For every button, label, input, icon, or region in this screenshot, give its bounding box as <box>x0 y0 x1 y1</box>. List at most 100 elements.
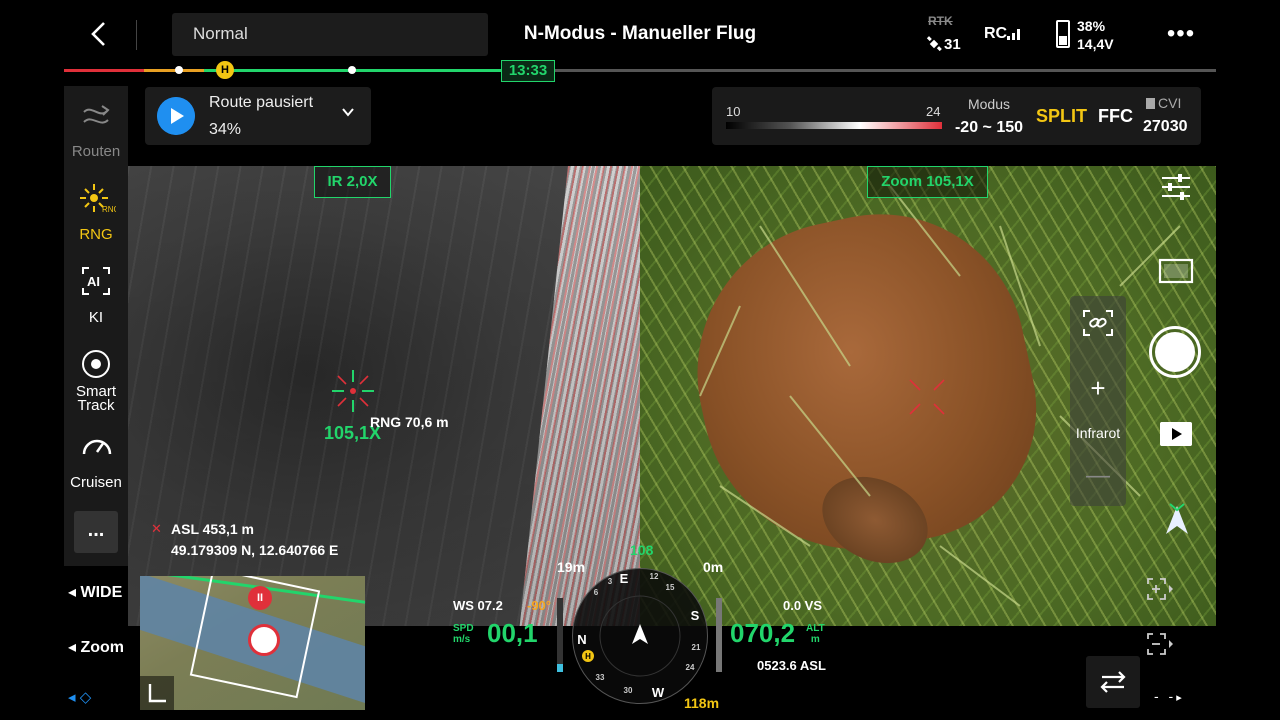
temperature-min: 10 <box>726 104 741 119</box>
speed-gauge <box>557 598 563 672</box>
timeline-waypoint <box>175 66 183 74</box>
rangefinder-icon[interactable]: RNG <box>80 182 116 214</box>
compass-tick-15: 15 <box>666 583 675 592</box>
compass-tick-30: 30 <box>624 686 633 695</box>
play-icon[interactable] <box>157 97 195 135</box>
compass-west: W <box>652 685 665 700</box>
target-marker-icon: ✕ <box>151 521 162 536</box>
altitude-label-line2: m <box>810 634 820 645</box>
altitude-asl: 0523.6 ASL <box>757 658 826 673</box>
battery-voltage: 14,4V <box>1077 36 1114 52</box>
temperature-max: 24 <box>926 104 941 119</box>
tool-cruise-label: Cruisen <box>70 474 122 491</box>
timeline-critical-segment <box>64 69 144 72</box>
tool-rng-label: RNG <box>79 226 113 243</box>
playback-icon[interactable] <box>1160 422 1192 446</box>
zoom-level-tag[interactable]: Zoom 105,1X <box>867 166 988 198</box>
sd-card-icon <box>1146 98 1155 109</box>
speedometer-icon[interactable] <box>80 430 114 460</box>
signal-strength-icon <box>1007 29 1020 40</box>
tool-routes-label: Routen <box>71 143 121 160</box>
target-coordinates: 49.179309 N, 12.640766 E <box>171 542 339 558</box>
temperature-palette-bar[interactable] <box>726 122 942 129</box>
home-point-marker: H <box>216 61 234 79</box>
expand-map-icon[interactable] <box>140 676 174 710</box>
ir-zoom-tag[interactable]: IR 2,0X <box>314 166 391 198</box>
fit-frame-icon[interactable] <box>1146 577 1174 601</box>
swap-view-icon[interactable] <box>1086 656 1140 708</box>
vertical-speed: 0.0 VS <box>783 598 823 613</box>
svg-text:AI: AI <box>87 274 100 289</box>
battery-percent: 38% <box>1077 18 1106 34</box>
aircraft-heading-icon <box>632 624 648 644</box>
wide-lens-button[interactable]: ◂ WIDE <box>68 582 122 602</box>
map-layer-button[interactable]: ◂ ◇ <box>68 688 91 706</box>
altitude-label: ALT m <box>806 623 825 645</box>
ai-icon[interactable]: AI <box>80 265 112 297</box>
shutter-button[interactable] <box>1155 332 1195 372</box>
satellite-count: 31 <box>944 36 961 53</box>
photo-mode-icon[interactable] <box>1158 257 1194 285</box>
ffc-calibration-button[interactable]: FFC <box>1098 106 1133 127</box>
flight-mode-title: N-Modus - Manueller Flug <box>523 23 757 44</box>
chevron-down-icon[interactable] <box>340 104 356 120</box>
smart-track-icon[interactable] <box>80 348 112 380</box>
more-tools-button[interactable]: ... <box>74 511 118 553</box>
lens-switch-label: - - <box>1154 688 1177 704</box>
cvi-label: CVI <box>1146 95 1181 111</box>
altitude-gauge-fill <box>716 598 722 672</box>
altitude: 070,2 <box>730 618 796 648</box>
compass-tick-3: 3 <box>608 577 613 586</box>
camera-settings-icon[interactable] <box>1160 172 1192 202</box>
compass-tick-6: 6 <box>594 588 599 597</box>
timeline-low-segment <box>144 69 204 72</box>
tool-smart-track-label: Smart Track <box>64 384 128 414</box>
speed-label-line1: SPD <box>453 623 474 634</box>
smart-track-line2: Track <box>77 397 115 414</box>
link-lens-icon[interactable] <box>1080 308 1116 338</box>
speed-gauge-fill <box>557 664 563 672</box>
crosshair-icon <box>332 370 374 412</box>
wind-speed: WS 07.2 <box>453 598 503 613</box>
back-arrow-icon[interactable] <box>84 18 116 50</box>
compass-north: N <box>577 632 586 647</box>
flight-time-remaining: 13:33 <box>501 60 555 82</box>
infrared-lens-label: Infrarot <box>1075 425 1121 441</box>
rc-status[interactable]: RC <box>984 25 1007 43</box>
cvi-value: 27030 <box>1143 118 1188 135</box>
speed-label: SPD m/s <box>453 623 474 645</box>
speed-label-line2: m/s <box>453 634 471 645</box>
chevron-right-icon: ▸ <box>1176 692 1185 704</box>
compass-home-marker: H <box>585 652 591 661</box>
more-menu-button[interactable]: ••• <box>1166 20 1196 50</box>
target-altitude-asl: ASL 453,1 m <box>171 521 255 537</box>
svg-text:RNG: RNG <box>102 205 116 214</box>
route-icon[interactable] <box>80 100 112 132</box>
compass-tick-21: 21 <box>692 643 701 652</box>
divider <box>136 20 137 50</box>
cvi-label-text: CVI <box>1158 95 1182 111</box>
compass-tick-24: 24 <box>686 663 695 672</box>
gimbal-pitch: -90° <box>527 598 551 613</box>
compass-rose: E S W N 12 15 21 24 30 33 6 3 H <box>577 571 701 700</box>
zoom-lens-button[interactable]: ◂ Zoom <box>68 637 124 657</box>
compass-tick-33: 33 <box>596 673 605 682</box>
route-status-title: Route pausiert <box>209 94 314 111</box>
compass-east: E <box>620 571 629 586</box>
zoom-out-button[interactable]: — <box>1084 462 1112 490</box>
tool-ai-label: KI <box>88 309 104 326</box>
rtk-status[interactable]: RTK <box>928 14 953 28</box>
compass-tick-12: 12 <box>650 572 659 581</box>
route-progress-percent: 34% <box>209 121 242 138</box>
split-view-button[interactable]: SPLIT <box>1036 106 1087 127</box>
horizontal-speed: 00,1 <box>487 618 538 648</box>
zoom-in-button[interactable]: + <box>1084 374 1112 402</box>
minimize-frame-icon[interactable] <box>1146 632 1174 656</box>
map-aircraft-marker <box>248 624 280 656</box>
navigation-arrow-icon <box>1166 503 1188 534</box>
lens-switch-button[interactable]: - -▸ <box>1154 688 1185 704</box>
rangefinder-distance: RNG 70,6 m <box>370 414 449 430</box>
battery-level <box>1059 36 1067 45</box>
thermal-mode-range[interactable]: -20 ~ 150 <box>950 119 1028 137</box>
timeline-waypoint <box>348 66 356 74</box>
